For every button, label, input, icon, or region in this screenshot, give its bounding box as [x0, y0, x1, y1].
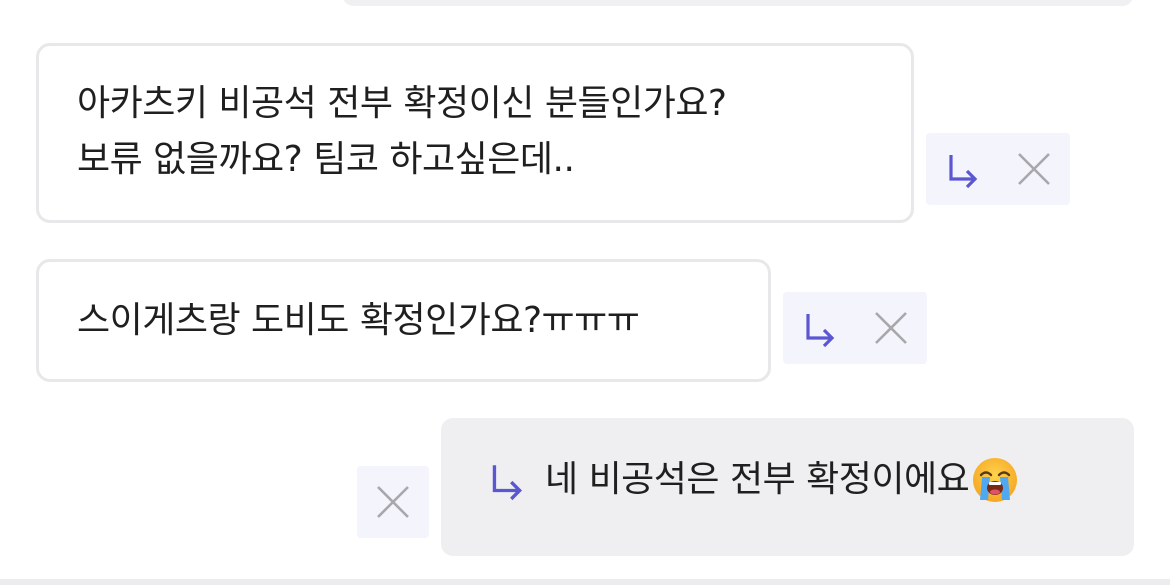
reply-arrow-icon [949, 155, 978, 189]
close-icon [1018, 153, 1050, 185]
my-reply-text: 네 비공석은 전부 확정이에요 [545, 459, 970, 500]
message-actions [926, 133, 1070, 205]
close-icon [377, 486, 409, 518]
message-actions [357, 466, 429, 538]
reply-arrow-icon [806, 314, 835, 348]
close-button[interactable] [357, 466, 429, 538]
message-text: 스이게츠랑 도비도 확정인가요?ㅠㅠㅠ [77, 300, 640, 341]
reply-button[interactable] [926, 133, 998, 205]
bottom-divider [0, 579, 1170, 585]
reply-arrow-icon [492, 465, 523, 501]
my-reply-bubble: 네 비공석은 전부 확정이에요 [441, 418, 1134, 556]
loudly-crying-face-icon [973, 458, 1018, 502]
close-button[interactable] [855, 292, 927, 364]
message-text-line: 보류 없을까요? 팀코 하고싶은데.. [77, 139, 575, 180]
message-bubble: 스이게츠랑 도비도 확정인가요?ㅠㅠㅠ [36, 259, 771, 382]
previous-message-bubble-edge [342, 0, 1134, 6]
message-text-line: 아카츠키 비공석 전부 확정이신 분들인가요? [77, 83, 727, 124]
close-icon [875, 312, 907, 344]
message-actions [783, 292, 927, 364]
chat-screen: 아카츠키 비공석 전부 확정이신 분들인가요? 보류 없을까요? 팀코 하고싶은… [0, 0, 1170, 585]
close-button[interactable] [998, 133, 1070, 205]
reply-button[interactable] [783, 292, 855, 364]
message-bubble: 아카츠키 비공석 전부 확정이신 분들인가요? 보류 없을까요? 팀코 하고싶은… [36, 43, 914, 223]
